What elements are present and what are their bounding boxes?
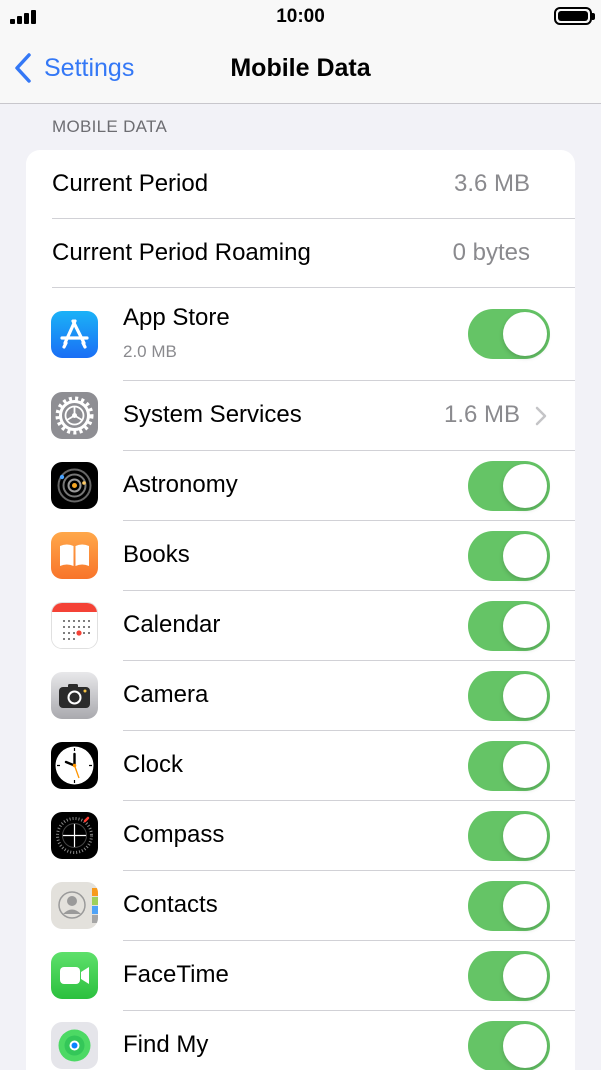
camera-icon [51,672,98,719]
app-label: Calendar [123,611,221,638]
app-label: Find My [123,1031,209,1058]
app-label: Astronomy [123,471,238,498]
facetime-toggle[interactable] [468,951,550,1001]
app-label: Contacts [123,891,218,918]
astronomy-toggle[interactable] [468,461,550,511]
gear-icon [51,392,98,439]
calendar-toggle[interactable] [468,601,550,651]
app-row-compass: Compass [26,801,575,871]
app-row-contacts: Contacts [26,871,575,941]
page-title: Mobile Data [230,54,371,82]
app-label: Compass [123,821,225,848]
chevron-right-icon [535,406,547,426]
calendar-icon [51,602,98,649]
status-bar: 10:00 [0,0,601,34]
find-my-toggle[interactable] [468,1021,550,1070]
app-row-astronomy: Astronomy [26,451,575,521]
system-services-value: 1.6 MB [443,401,520,428]
app-label: Camera [123,681,209,708]
mobile-data-list: Current Period 3.6 MB Current Period Roa… [26,150,575,1070]
app-label: App Store [123,304,230,331]
section-header: MOBILE DATA [52,117,168,136]
clock-toggle[interactable] [468,741,550,791]
app-store-icon [51,311,98,358]
app-row-clock: Clock [26,731,575,801]
app-label: FaceTime [123,961,229,988]
app-row-find-my: Find My [26,1011,575,1070]
app-data-usage: 2.0 MB [123,342,177,361]
app-store-toggle[interactable] [468,309,550,359]
system-services-row[interactable]: System Services 1.6 MB [26,381,575,451]
books-icon [51,532,98,579]
clock-icon [51,742,98,789]
facetime-icon [51,952,98,999]
battery-icon [554,7,595,25]
app-label: Books [123,541,190,568]
status-time: 10:00 [276,6,325,27]
app-label: System Services [123,401,302,428]
contacts-icon [51,882,98,929]
app-row-calendar: Calendar [26,591,575,661]
app-row-facetime: FaceTime [26,941,575,1011]
compass-toggle[interactable] [468,811,550,861]
astronomy-icon [51,462,98,509]
app-label: Clock [123,751,184,778]
app-row-app-store: App Store 2.0 MB [26,288,575,381]
current-period-label: Current Period [52,170,209,197]
compass-icon [51,812,98,859]
app-row-camera: Camera [26,661,575,731]
roaming-value: 0 bytes [452,239,530,266]
contacts-toggle[interactable] [468,881,550,931]
app-row-books: Books [26,521,575,591]
find-my-icon [51,1022,98,1069]
current-period-value: 3.6 MB [453,170,530,197]
roaming-row: Current Period Roaming 0 bytes [26,219,575,288]
navigation-bar: Settings Mobile Data [0,34,601,104]
camera-toggle[interactable] [468,671,550,721]
current-period-row: Current Period 3.6 MB [26,150,575,219]
books-toggle[interactable] [468,531,550,581]
roaming-label: Current Period Roaming [52,239,311,266]
